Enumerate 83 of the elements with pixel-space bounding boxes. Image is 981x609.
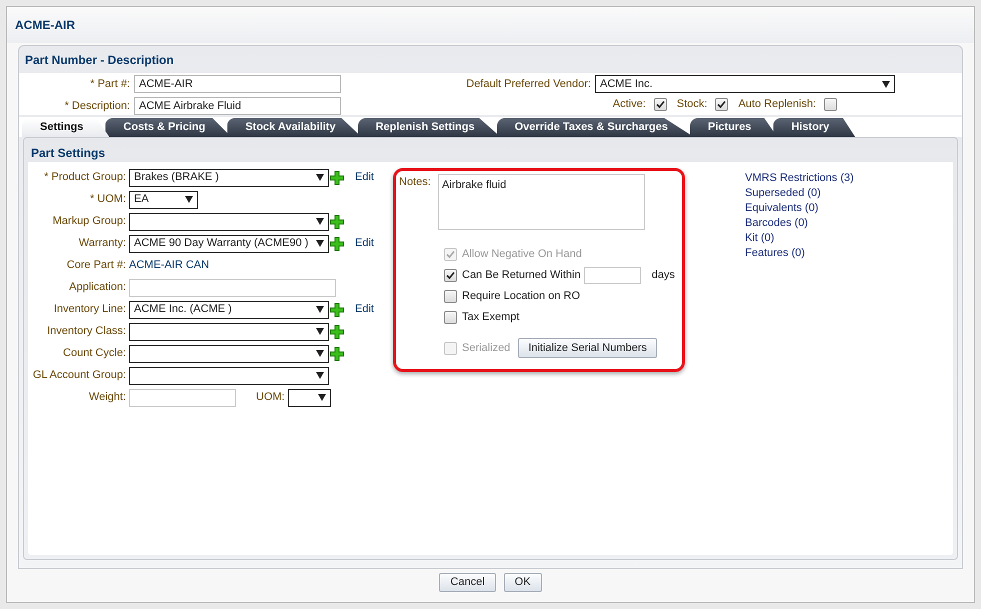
checkbox-label: Active: xyxy=(612,97,646,112)
related-link[interactable]: Superseded (0) xyxy=(745,186,854,201)
section-title: Part Settings xyxy=(30,145,106,162)
add-icon[interactable] xyxy=(330,302,344,316)
dropdown-field[interactable] xyxy=(129,344,329,362)
dropdown-field[interactable]: ACME Inc. xyxy=(595,75,895,93)
dialog-button[interactable]: Cancel xyxy=(439,573,496,592)
dropdown-field[interactable] xyxy=(129,212,329,230)
dropdown-field[interactable]: ACME 90 Day Warranty (ACME90 ) xyxy=(129,234,329,252)
field-label: Default Preferred Vendor: xyxy=(466,76,592,92)
caret-icon xyxy=(316,350,324,357)
field-label: Warranty: xyxy=(78,236,127,252)
dropdown-field[interactable]: ACME Inc. (ACME ) xyxy=(129,300,329,318)
section-title: Part Number - Description xyxy=(24,52,175,69)
field-label: Inventory Class: xyxy=(46,324,127,340)
related-link[interactable]: Barcodes (0) xyxy=(745,216,854,231)
notes-textarea[interactable]: Airbrake fluid xyxy=(438,174,645,230)
field-label: Inventory Line: xyxy=(52,302,127,318)
text-field[interactable] xyxy=(129,278,336,296)
checkbox[interactable] xyxy=(444,268,457,282)
field-label: Count Cycle: xyxy=(62,346,127,362)
edit-link[interactable]: Edit xyxy=(355,301,374,318)
dropdown-field[interactable] xyxy=(129,366,329,384)
edit-link[interactable]: Edit xyxy=(355,169,374,186)
text-field[interactable]: ACME Airbrake Fluid xyxy=(134,97,341,115)
caret-icon xyxy=(316,174,324,181)
caret-icon xyxy=(185,196,193,203)
field-label: UOM: xyxy=(256,390,285,406)
text-field[interactable] xyxy=(129,388,236,406)
checkbox-label: Serialized xyxy=(462,340,510,356)
dropdown-field[interactable] xyxy=(288,388,331,406)
checkmark-icon xyxy=(656,100,665,109)
add-icon[interactable] xyxy=(330,214,344,228)
tab[interactable]: History xyxy=(773,118,856,137)
caret-icon xyxy=(316,218,324,225)
checkbox[interactable] xyxy=(444,310,457,324)
dialog-button[interactable]: OK xyxy=(504,573,542,592)
days-field[interactable] xyxy=(584,266,641,284)
caret-icon xyxy=(318,394,326,401)
add-icon[interactable] xyxy=(330,236,344,250)
add-icon[interactable] xyxy=(330,346,344,360)
field-label: Weight: xyxy=(88,390,127,406)
days-label: days xyxy=(652,268,675,283)
field-label: Application: xyxy=(68,280,127,296)
text-field[interactable]: ACME-AIR xyxy=(134,75,341,93)
dropdown-field[interactable]: EA xyxy=(129,190,198,208)
checkbox-label: Can Be Returned Within xyxy=(462,268,581,283)
add-icon[interactable] xyxy=(330,324,344,338)
field-label: * Description: xyxy=(64,98,131,114)
field-label: * UOM: xyxy=(88,192,127,208)
checkbox[interactable] xyxy=(444,290,457,302)
caret-icon xyxy=(316,240,324,247)
tab[interactable]: Settings xyxy=(22,118,110,137)
checkbox-label: Require Location on RO xyxy=(462,288,580,304)
checkbox-label: Stock: xyxy=(676,97,708,112)
field-label: * Part #: xyxy=(89,76,131,92)
field-label: Core Part #: xyxy=(66,258,127,274)
dropdown-field[interactable]: Brakes (BRAKE ) xyxy=(129,168,329,186)
caret-icon xyxy=(316,372,324,379)
caret-icon xyxy=(316,306,324,313)
checkmark-icon xyxy=(717,100,726,109)
related-link[interactable]: Features (0) xyxy=(745,246,854,261)
checkbox-label: Auto Replenish: xyxy=(738,97,816,112)
field-value: ACME-AIR CAN xyxy=(129,258,210,274)
related-link[interactable]: Equivalents (0) xyxy=(745,201,854,216)
checkbox[interactable] xyxy=(654,98,667,111)
checkbox[interactable] xyxy=(715,98,728,111)
checkbox-label: Tax Exempt xyxy=(462,310,520,325)
field-label: Notes: xyxy=(399,175,432,190)
field-label: GL Account Group: xyxy=(32,368,127,384)
field-label: Markup Group: xyxy=(52,214,127,230)
dropdown-field[interactable] xyxy=(129,322,329,340)
caret-icon xyxy=(316,328,324,335)
related-link[interactable]: VMRS Restrictions (3) xyxy=(745,171,854,186)
checkbox[interactable] xyxy=(824,98,837,111)
caret-icon xyxy=(882,80,890,88)
edit-link[interactable]: Edit xyxy=(355,235,374,252)
field-label: * Product Group: xyxy=(43,170,127,186)
related-link[interactable]: Kit (0) xyxy=(745,231,854,246)
checkmark-icon xyxy=(446,270,455,280)
checkmark-icon xyxy=(446,250,455,258)
add-icon[interactable] xyxy=(330,170,344,184)
checkbox-label: Allow Negative On Hand xyxy=(462,246,582,262)
